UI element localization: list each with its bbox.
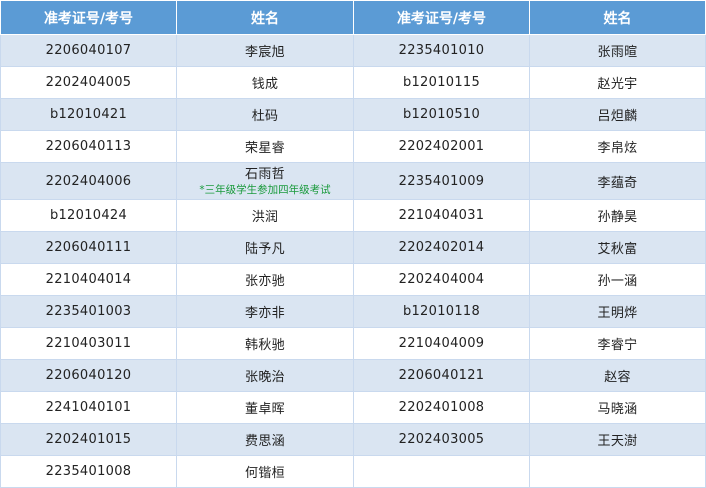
name-cell: 张雨暄 (529, 34, 706, 67)
exam-id-cell: 2206040120 (0, 359, 177, 392)
exam-id-cell: b12010118 (353, 295, 530, 328)
grade-note: *三年级学生参加四年级考试 (199, 183, 331, 196)
table-row: b12010421 杜码 b12010510 吕炟麟 (0, 98, 706, 131)
exam-id-cell: 2206040121 (353, 359, 530, 392)
exam-id-cell: 2206040111 (0, 231, 177, 264)
exam-id-cell: 2202403005 (353, 423, 530, 456)
student-roster-table: 准考证号/考号 姓名 准考证号/考号 姓名 2206040107 李宸旭 223… (0, 0, 706, 488)
exam-id-cell: 2210403011 (0, 327, 177, 360)
exam-id-cell: 2235401010 (353, 34, 530, 67)
exam-id-cell: 2210404031 (353, 199, 530, 232)
table-row: 2202404005 钱成 b12010115 赵光宇 (0, 66, 706, 99)
name-cell: 孙一涵 (529, 263, 706, 296)
exam-id-cell: 2235401009 (353, 162, 530, 200)
exam-id-cell: 2235401008 (0, 455, 177, 488)
header-name-left: 姓名 (176, 0, 354, 35)
exam-id-cell: b12010510 (353, 98, 530, 131)
table-row: 2235401008 何锴桓 (0, 455, 706, 488)
header-exam-id-left: 准考证号/考号 (0, 0, 177, 35)
header-name-right: 姓名 (529, 0, 706, 35)
exam-id-cell: 2241040101 (0, 391, 177, 424)
table-row: 2206040111 陆予凡 2202402014 艾秋富 (0, 231, 706, 264)
exam-id-cell: 2202401008 (353, 391, 530, 424)
name-cell: 吕炟麟 (529, 98, 706, 131)
table-row: 2206040120 张晚治 2206040121 赵容 (0, 359, 706, 392)
header-exam-id-right: 准考证号/考号 (353, 0, 530, 35)
name-cell: 赵光宇 (529, 66, 706, 99)
name-cell: 李帛炫 (529, 130, 706, 163)
table-row: 2202401015 费思涵 2202403005 王天澍 (0, 423, 706, 456)
exam-id-cell: 2202402001 (353, 130, 530, 163)
name-cell: 李蕴奇 (529, 162, 706, 200)
exam-id-cell: 2235401003 (0, 295, 177, 328)
table-row: 2206040107 李宸旭 2235401010 张雨暄 (0, 34, 706, 67)
name-cell: 韩秋驰 (176, 327, 354, 360)
name-cell: 董卓晖 (176, 391, 354, 424)
name-cell: 王明烨 (529, 295, 706, 328)
exam-id-cell: 2202404004 (353, 263, 530, 296)
exam-id-cell: 2210404009 (353, 327, 530, 360)
exam-id-cell: 2206040107 (0, 34, 177, 67)
table-row: 2202404006 石雨哲 *三年级学生参加四年级考试 2235401009 … (0, 162, 706, 200)
exam-id-cell: 2202401015 (0, 423, 177, 456)
name-cell: 李亦非 (176, 295, 354, 328)
name-cell: 钱成 (176, 66, 354, 99)
name-cell-with-note: 石雨哲 *三年级学生参加四年级考试 (176, 162, 354, 200)
name-cell: 陆予凡 (176, 231, 354, 264)
name-cell (529, 455, 706, 488)
exam-id-cell: b12010115 (353, 66, 530, 99)
name-cell: 艾秋富 (529, 231, 706, 264)
name-cell: 何锴桓 (176, 455, 354, 488)
name-cell: 李宸旭 (176, 34, 354, 67)
table-row: 2210404014 张亦驰 2202404004 孙一涵 (0, 263, 706, 296)
name-cell: 王天澍 (529, 423, 706, 456)
exam-id-cell: 2206040113 (0, 130, 177, 163)
exam-id-cell (353, 455, 530, 488)
name-cell: 杜码 (176, 98, 354, 131)
name-cell: 荣星睿 (176, 130, 354, 163)
name-cell: 孙静昊 (529, 199, 706, 232)
exam-id-cell: 2202402014 (353, 231, 530, 264)
name-cell: 赵容 (529, 359, 706, 392)
name-cell: 张晚治 (176, 359, 354, 392)
student-name: 石雨哲 (245, 166, 285, 182)
name-cell: 张亦驰 (176, 263, 354, 296)
table-row: 2206040113 荣星睿 2202402001 李帛炫 (0, 130, 706, 163)
header-row: 准考证号/考号 姓名 准考证号/考号 姓名 (0, 0, 706, 35)
name-cell: 马晓涵 (529, 391, 706, 424)
name-cell: 李睿宁 (529, 327, 706, 360)
exam-id-cell: 2202404005 (0, 66, 177, 99)
exam-id-cell: 2210404014 (0, 263, 177, 296)
exam-id-cell: b12010421 (0, 98, 177, 131)
table-row: 2241040101 董卓晖 2202401008 马晓涵 (0, 391, 706, 424)
name-cell: 洪润 (176, 199, 354, 232)
table-row: 2235401003 李亦非 b12010118 王明烨 (0, 295, 706, 328)
table-row: b12010424 洪润 2210404031 孙静昊 (0, 199, 706, 232)
table-row: 2210403011 韩秋驰 2210404009 李睿宁 (0, 327, 706, 360)
exam-id-cell: 2202404006 (0, 162, 177, 200)
exam-id-cell: b12010424 (0, 199, 177, 232)
name-cell: 费思涵 (176, 423, 354, 456)
